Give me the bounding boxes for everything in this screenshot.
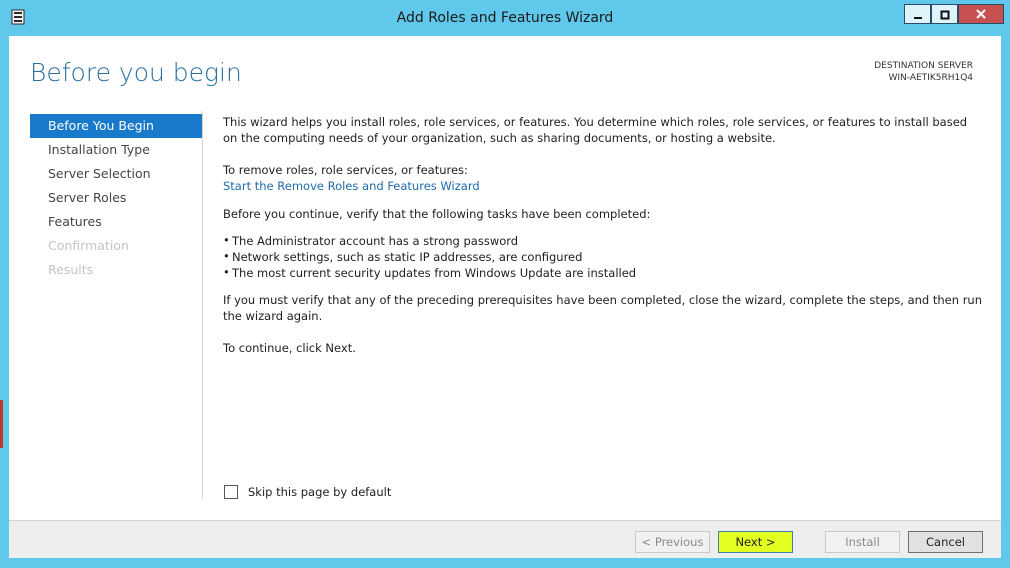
previous-button[interactable]: < Previous [635, 531, 710, 553]
close-icon [975, 5, 987, 24]
close-button[interactable] [958, 4, 1004, 24]
list-item: The most current security updates from W… [223, 264, 983, 281]
remove-label: To remove roles, role services, or featu… [223, 163, 468, 177]
nav-step-features[interactable]: Features [30, 210, 202, 234]
main-panel: This wizard helps you install roles, rol… [223, 114, 983, 356]
minimize-icon [913, 5, 923, 24]
minimize-button[interactable] [904, 4, 931, 24]
maximize-button[interactable] [931, 4, 958, 24]
background-window-edge [0, 400, 3, 448]
destination-server-name: WIN-AETIK5RH1Q4 [888, 73, 973, 83]
nav-step-before-you-begin[interactable]: Before You Begin [30, 114, 202, 138]
intro-text: This wizard helps you install roles, rol… [223, 115, 968, 145]
skip-page-option[interactable]: Skip this page by default [224, 485, 391, 499]
maximize-icon [940, 5, 950, 24]
cancel-button[interactable]: Cancel [908, 531, 983, 553]
skip-page-checkbox[interactable] [224, 485, 238, 499]
skip-page-label: Skip this page by default [248, 485, 392, 499]
prerequisite-note: If you must verify that any of the prece… [223, 293, 983, 323]
nav-step-server-selection[interactable]: Server Selection [30, 162, 202, 186]
destination-server-info: DESTINATION SERVER WIN-AETIK5RH1Q4 [874, 60, 973, 84]
nav-step-server-roles[interactable]: Server Roles [30, 186, 202, 210]
page-title: Before you begin [30, 58, 242, 87]
list-item: The Administrator account has a strong p… [223, 232, 983, 249]
title-bar[interactable]: Add Roles and Features Wizard [0, 0, 1010, 36]
list-item: Network settings, such as static IP addr… [223, 248, 983, 265]
destination-server-label: DESTINATION SERVER [874, 61, 973, 71]
next-button[interactable]: Next > [718, 531, 793, 553]
wizard-content: Before you begin DESTINATION SERVER WIN-… [9, 36, 1001, 520]
wizard-step-nav: Before You Begin Installation Type Serve… [30, 114, 202, 282]
verify-intro-text: Before you continue, verify that the fol… [223, 207, 651, 221]
wizard-footer: < Previous Next > Install Cancel [9, 520, 1001, 558]
continue-note: To continue, click Next. [223, 341, 356, 355]
nav-divider [202, 111, 203, 499]
nav-step-results: Results [48, 262, 94, 277]
window-title: Add Roles and Features Wizard [396, 10, 614, 26]
wizard-window: Add Roles and Features Wizard Before you… [0, 0, 1010, 568]
install-button[interactable]: Install [825, 531, 900, 553]
remove-wizard-link[interactable]: Start the Remove Roles and Features Wiza… [223, 179, 480, 193]
nav-step-installation-type[interactable]: Installation Type [30, 138, 202, 162]
prerequisite-list: The Administrator account has a strong p… [223, 232, 983, 281]
nav-step-confirmation: Confirmation [48, 238, 129, 253]
